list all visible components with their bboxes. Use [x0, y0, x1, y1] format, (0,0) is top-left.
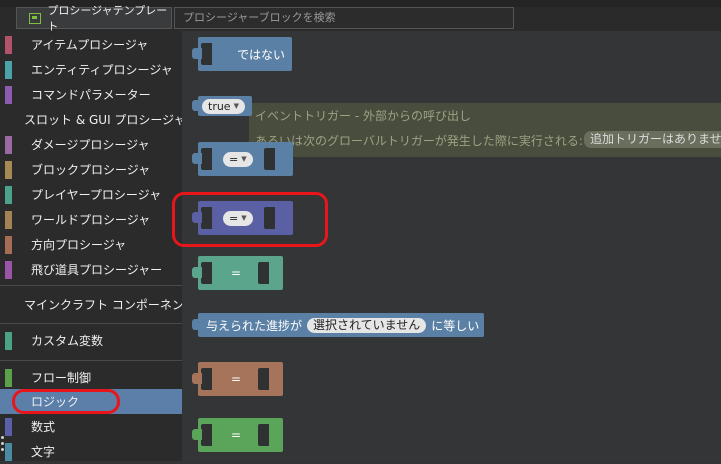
- sidebar-item-minecraft-components[interactable]: マインクラフト コンポーネント: [0, 292, 196, 317]
- category-color-bar: [5, 442, 12, 461]
- left-input-slot: [201, 368, 212, 390]
- direction-compare-block[interactable]: =: [192, 362, 283, 396]
- category-color-bar: [5, 135, 12, 154]
- category-color-bar: [5, 210, 12, 229]
- sidebar-divider: [0, 285, 182, 286]
- category-color-bar: [5, 85, 12, 104]
- sidebar-item-label: カスタム変数: [31, 334, 104, 348]
- category-color-bar: [5, 235, 12, 254]
- dropdown-caret-icon: ▼: [241, 154, 247, 163]
- sidebar-item-label: アイテムプロシージャ: [31, 38, 149, 52]
- category-sidebar: アイテムプロシージャ エンティティプロシージャ コマンドパラメーター スロット …: [0, 31, 196, 464]
- sidebar-item-entity-procedures[interactable]: エンティティプロシージャ: [0, 57, 182, 82]
- operator-value: =: [229, 152, 239, 166]
- left-input-slot: [201, 148, 212, 170]
- operator-label: =: [231, 428, 242, 442]
- block-workspace[interactable]: イベントトリガー - 外部からの呼び出し あるいは次のグローバルトリガーが発生し…: [172, 31, 721, 461]
- left-input-slot: [201, 262, 212, 284]
- sidebar-item-label: プレイヤープロシージャ: [31, 188, 162, 202]
- category-color-bar: [5, 260, 12, 279]
- toolbar: プロシージャテンプレート プロシージャーブロックを検索: [0, 4, 721, 33]
- sidebar-divider: [0, 360, 182, 361]
- category-color-bar: [5, 60, 12, 79]
- comment-line-2: あるいは次のグローバルトリガーが発生した際に実行される:: [255, 134, 583, 148]
- sidebar-item-custom-variables[interactable]: カスタム変数: [0, 328, 182, 353]
- sidebar-item-command-parameters[interactable]: コマンドパラメーター: [0, 82, 182, 107]
- category-color-bar: [5, 185, 12, 204]
- sidebar-item-flow-control[interactable]: フロー制御: [0, 365, 182, 390]
- output-connector: [192, 373, 202, 384]
- sidebar-item-projectile-procedures[interactable]: 飛び道具プロシージャー: [0, 257, 182, 282]
- output-connector: [192, 100, 202, 111]
- sidebar-item-label: 飛び道具プロシージャー: [31, 263, 163, 277]
- category-color-bar: [5, 392, 12, 411]
- right-input-slot: [258, 368, 270, 390]
- sidebar-item-label: スロット & GUI プロシージャ: [24, 113, 186, 127]
- global-trigger-pill: 追加トリガーはありません: [584, 131, 721, 148]
- sidebar-item-item-procedures[interactable]: アイテムプロシージャ: [0, 32, 182, 57]
- sidebar-item-direction-procedures[interactable]: 方向プロシージャ: [0, 232, 182, 257]
- annotation-highlight-compare: [172, 192, 328, 247]
- logic-not-block[interactable]: ではない: [192, 37, 292, 71]
- output-connector: [192, 48, 202, 59]
- output-connector: [192, 153, 202, 164]
- operator-label: =: [231, 372, 242, 386]
- advancement-prefix: 与えられた進捗が: [206, 318, 303, 333]
- boolean-value: true: [208, 99, 231, 113]
- right-input-slot: [258, 262, 270, 284]
- category-color-bar: [5, 368, 12, 387]
- sidebar-item-label: ダメージプロシージャ: [31, 138, 150, 152]
- template-tab-label: プロシージャテンプレート: [47, 4, 168, 33]
- block-template-icon: [29, 12, 42, 24]
- advancement-suffix: に等しい: [431, 318, 480, 333]
- sidebar-item-player-procedures[interactable]: プレイヤープロシージャ: [0, 182, 182, 207]
- sidebar-item-label: エンティティプロシージャ: [31, 63, 173, 77]
- sidebar-item-label: フロー制御: [31, 371, 92, 385]
- sidebar-item-damage-procedures[interactable]: ダメージプロシージャ: [0, 132, 182, 157]
- search-input[interactable]: プロシージャーブロックを検索: [174, 7, 514, 29]
- sidebar-item-label: コマンドパラメーター: [31, 88, 151, 102]
- annotation-highlight-logic: [12, 389, 120, 414]
- output-connector: [192, 319, 202, 330]
- sidebar-item-label: ブロックプロシージャ: [31, 163, 151, 177]
- not-label: ではない: [237, 47, 286, 62]
- output-connector: [192, 267, 202, 278]
- right-input-slot: [263, 148, 275, 170]
- comment-line-1: イベントトリガー - 外部からの呼び出し: [255, 109, 471, 123]
- sidebar-item-label: 方向プロシージャ: [31, 238, 127, 252]
- category-color-bar: [5, 35, 12, 54]
- sidebar-item-block-procedures[interactable]: ブロックプロシージャ: [0, 157, 182, 182]
- category-color-bar: [5, 160, 12, 179]
- sidebar-item-slot-gui-procedures[interactable]: スロット & GUI プロシージャ: [0, 107, 186, 132]
- advancement-dropdown[interactable]: 選択されていません: [307, 317, 427, 333]
- logic-boolean-block[interactable]: true ▼: [192, 96, 252, 116]
- sidebar-item-world-procedures[interactable]: ワールドプロシージャ: [0, 207, 182, 232]
- variable-compare-block[interactable]: =: [192, 256, 283, 290]
- logic-compare-block[interactable]: = ▼: [192, 142, 293, 176]
- dropdown-caret-icon: ▼: [233, 101, 239, 110]
- category-color-bar: [5, 417, 12, 436]
- sidebar-item-label: マインクラフト コンポーネント: [24, 298, 196, 312]
- template-tab[interactable]: プロシージャテンプレート: [16, 4, 172, 33]
- flow-compare-block[interactable]: =: [192, 418, 283, 452]
- sidebar-item-label: 数式: [31, 420, 56, 434]
- sidebar-item-label: ワールドプロシージャ: [31, 213, 151, 227]
- input-slot: [201, 43, 212, 65]
- category-color-bar: [5, 331, 12, 350]
- operator-dropdown[interactable]: = ▼: [223, 151, 253, 167]
- right-input-slot: [258, 424, 270, 446]
- boolean-dropdown[interactable]: true ▼: [202, 98, 245, 114]
- left-input-slot: [201, 424, 212, 446]
- sidebar-divider: [0, 323, 182, 324]
- sidebar-item-label: 文字: [31, 445, 56, 459]
- resize-grip-icon[interactable]: [1, 436, 4, 456]
- operator-label: =: [231, 266, 242, 280]
- advancement-compare-block[interactable]: 与えられた進捗が 選択されていません に等しい: [192, 313, 484, 337]
- sidebar-item-math[interactable]: 数式: [0, 414, 182, 439]
- output-connector: [192, 429, 202, 440]
- sidebar-item-text[interactable]: 文字: [0, 439, 182, 464]
